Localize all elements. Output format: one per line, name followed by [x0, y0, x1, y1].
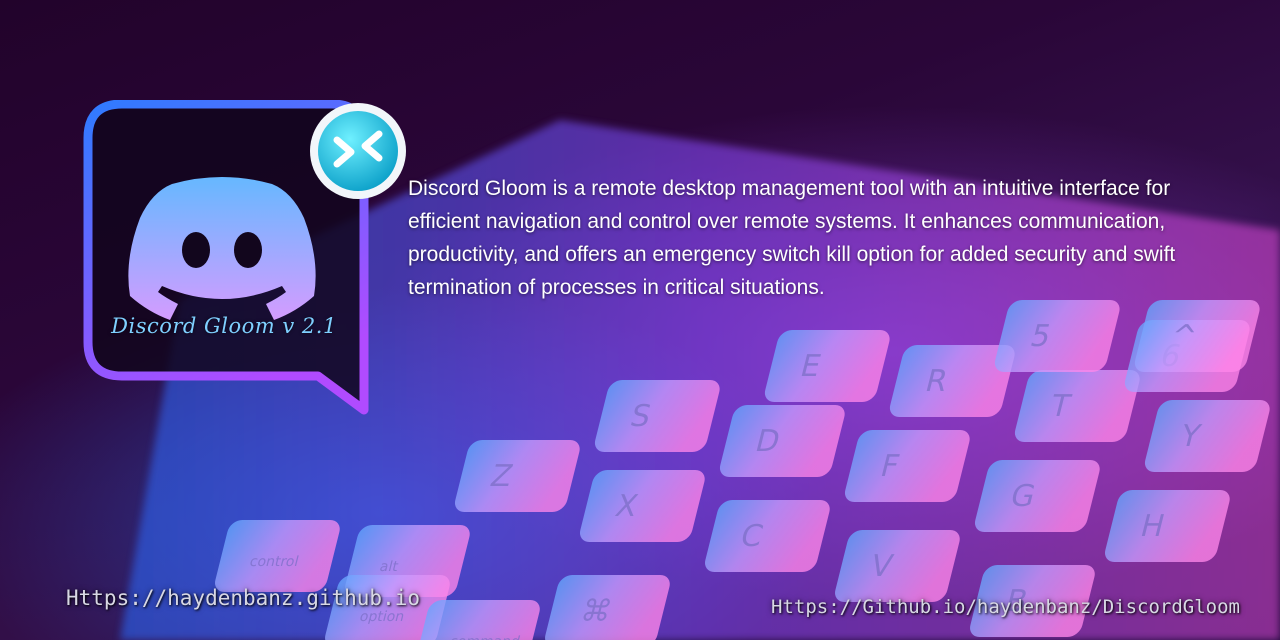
homepage-link[interactable]: Https://haydenbanz.github.io [66, 586, 420, 610]
keyboard-key [994, 300, 1120, 372]
keyboard-key [1144, 400, 1270, 472]
repository-link[interactable]: Https://Github.io/haydenbanz/DiscordGloo… [771, 596, 1240, 618]
keyboard-key [454, 440, 580, 512]
keyboard-key [705, 500, 830, 572]
banner: ERTYSDFGHZXCVB56^controlaltoptioncommand… [0, 0, 1280, 640]
keyboard-key [1014, 370, 1140, 442]
app-description: Discord Gloom is a remote desktop manage… [408, 177, 1176, 299]
keyboard-key [764, 330, 890, 402]
keyboard-key [844, 430, 970, 502]
remote-desktop-icon [310, 103, 406, 199]
keyboard-key [719, 405, 845, 477]
discord-logo-icon [128, 177, 316, 320]
keyboard-key-label: control [248, 554, 300, 570]
keyboard-key-label: command [448, 634, 522, 640]
keyboard-key [579, 470, 705, 542]
keyboard-key-label: option [358, 609, 406, 625]
keyboard-key [835, 530, 960, 602]
keyboard-key [1134, 300, 1260, 372]
keyboard-key [1105, 490, 1230, 562]
keyboard-key [594, 380, 720, 452]
keyboard-key [974, 460, 1100, 532]
logo-caption: Discord Gloom v 2.1 [111, 314, 337, 338]
